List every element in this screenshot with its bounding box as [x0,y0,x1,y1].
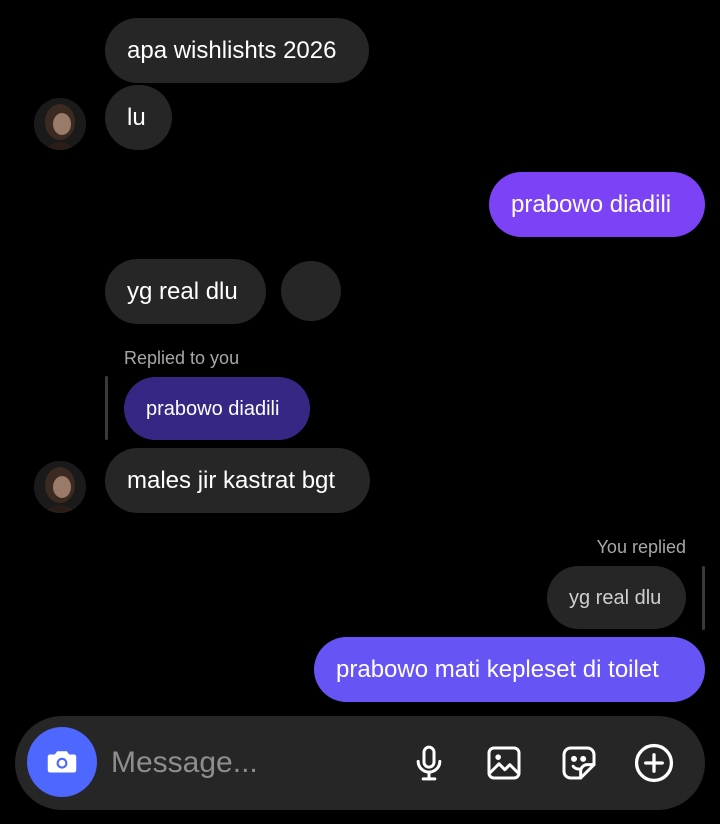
message-bubble-outgoing[interactable]: prabowo mati kepleset di toilet [314,637,705,702]
reaction-bubble[interactable] [281,261,341,321]
plus-circle-icon [634,743,674,783]
message-bubble-outgoing[interactable]: prabowo diadili [489,172,705,237]
message-text: prabowo mati kepleset di toilet [336,655,659,683]
contact-avatar[interactable] [34,98,86,150]
microphone-icon [416,745,442,781]
quoted-message[interactable]: yg real dlu [547,566,686,629]
reply-indicator-bar [702,566,705,630]
avatar-photo-icon [34,98,86,150]
contact-avatar[interactable] [34,461,86,513]
message-composer [15,716,705,810]
camera-icon [47,751,77,773]
message-text: apa wishlishts 2026 [127,36,337,64]
microphone-button[interactable] [405,739,453,787]
sticker-button[interactable] [555,739,603,787]
gallery-icon [487,746,521,780]
reply-caption: You replied [596,537,686,557]
add-button[interactable] [630,739,678,787]
sticker-icon [562,746,596,780]
reply-indicator-bar [105,376,108,440]
avatar-photo-icon [34,461,86,513]
quoted-message[interactable]: prabowo diadili [124,377,310,440]
message-bubble-incoming[interactable]: males jir kastrat bgt [105,448,370,513]
quoted-message-text: prabowo diadili [146,397,280,420]
gallery-button[interactable] [480,739,528,787]
reply-caption: Replied to you [124,348,240,368]
message-input[interactable] [111,738,391,788]
message-text: males jir kastrat bgt [127,466,336,494]
message-bubble-incoming[interactable]: yg real dlu [105,259,266,324]
message-text: yg real dlu [127,277,238,305]
message-text: lu [127,103,146,131]
message-text: prabowo diadili [511,190,672,218]
message-bubble-incoming[interactable]: lu [105,85,172,150]
camera-button[interactable] [27,727,97,797]
quoted-message-text: yg real dlu [569,586,662,609]
message-bubble-incoming[interactable]: apa wishlishts 2026 [105,18,369,83]
